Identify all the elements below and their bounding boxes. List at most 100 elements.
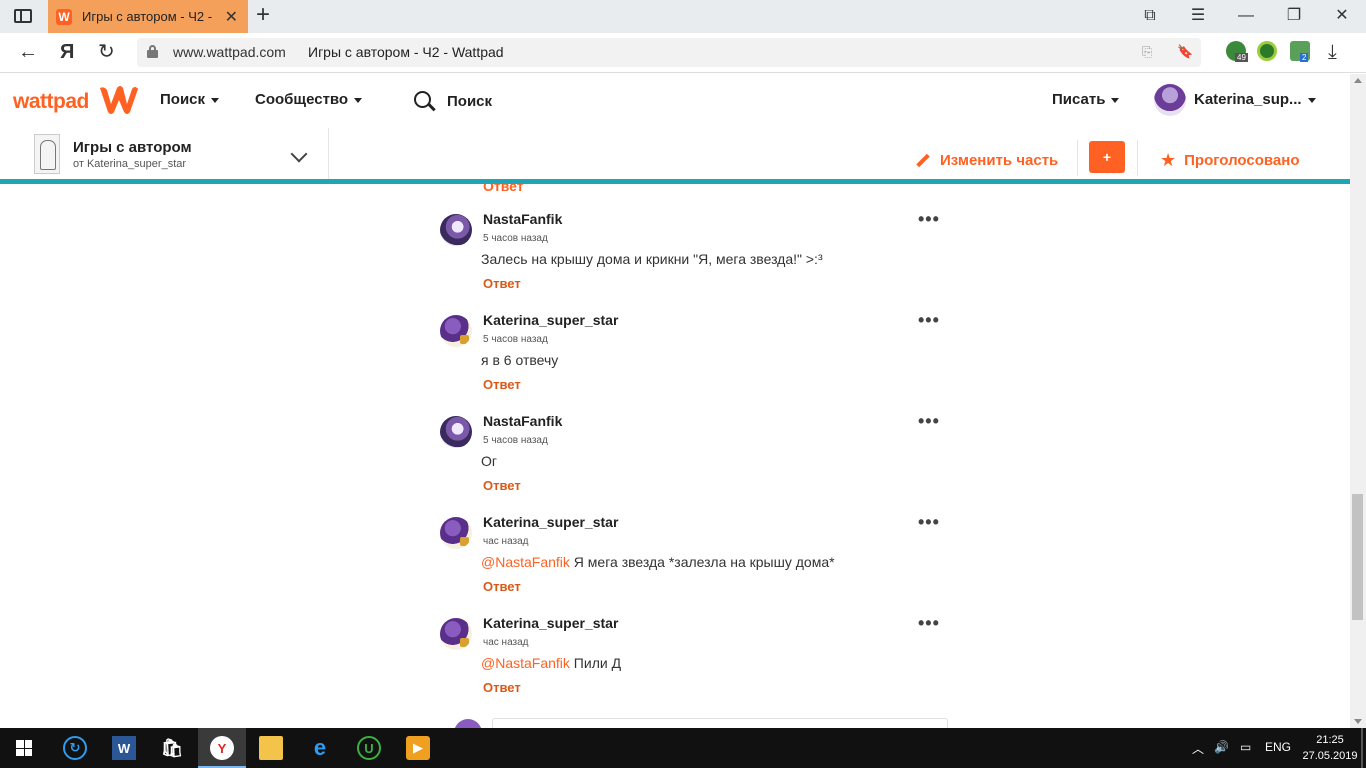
nav-search-label: Поиск — [160, 91, 206, 108]
page-scrollbar[interactable] — [1350, 74, 1366, 728]
refresh-app-icon[interactable]: ↻ — [63, 736, 87, 760]
caret-down-icon — [211, 97, 220, 103]
comment-item: Katerina_super_star час назад @NastaFanf… — [440, 512, 940, 614]
comment-username[interactable]: Katerina_super_star — [483, 514, 618, 530]
comment-body: Я мега звезда *залезла на крышу дома* — [569, 554, 835, 570]
comment-timestamp: 5 часов назад — [483, 334, 548, 345]
scroll-down-icon[interactable] — [1354, 719, 1362, 724]
extension-badge-2: 2 — [1300, 53, 1309, 62]
mention-link[interactable]: @NastaFanfik — [481, 655, 570, 671]
windows-taskbar: ↻ W 🛍 Y e U ▶ ︿ 🔊 ▭ ENG 21:25 27.05.2019 — [0, 728, 1366, 768]
restore-icon[interactable]: ❐ — [1284, 6, 1304, 26]
avatar[interactable] — [440, 517, 472, 549]
scroll-up-icon[interactable] — [1354, 78, 1362, 83]
back-arrow-icon[interactable]: ← — [18, 41, 38, 63]
comment-text: Ог — [481, 453, 497, 469]
search-input[interactable]: Поиск — [447, 93, 492, 110]
sidebar-toggle-icon[interactable] — [14, 9, 32, 23]
window-close-icon[interactable]: ✕ — [1332, 6, 1352, 26]
yandex-browser-icon[interactable]: Y — [210, 736, 234, 760]
new-comment-input[interactable] — [492, 718, 948, 728]
scrollbar-thumb[interactable] — [1352, 494, 1363, 620]
clock[interactable]: 21:25 27.05.2019 — [1300, 732, 1360, 764]
edit-part-button[interactable]: Изменить часть — [916, 152, 1058, 169]
store-icon[interactable]: 🛍 — [160, 736, 184, 760]
utorrent-icon[interactable]: U — [357, 736, 381, 760]
translate-icon[interactable]: ⎘ — [1142, 44, 1152, 60]
language-indicator[interactable]: ENG — [1265, 740, 1291, 754]
more-options-icon[interactable]: ••• — [918, 209, 940, 230]
yandex-icon[interactable]: Я — [60, 41, 74, 63]
add-to-list-button[interactable]: + — [1089, 141, 1125, 173]
browser-tab-active[interactable]: W Игры с автором - Ч2 - ✕ — [48, 0, 248, 33]
story-author[interactable]: от Katerina_super_star — [73, 158, 186, 170]
comment-text: @NastaFanfik Пили Д — [481, 655, 621, 671]
pencil-icon — [916, 154, 930, 168]
search-icon[interactable] — [414, 91, 431, 108]
media-player-icon[interactable]: ▶ — [406, 736, 430, 760]
chevron-up-icon[interactable]: ︿ — [1192, 740, 1204, 757]
write-label: Писать — [1052, 91, 1106, 108]
nav-community-dropdown[interactable]: Сообщество — [255, 91, 363, 108]
comment-body: я в 6 отвечу — [481, 352, 559, 368]
url-input[interactable]: www.wattpad.com Игры с автором - Ч2 - Wa… — [137, 38, 1201, 67]
reply-link[interactable]: Ответ — [483, 579, 521, 594]
tab-close-icon[interactable]: ✕ — [225, 7, 238, 27]
chevron-down-icon[interactable] — [290, 145, 308, 163]
comment-body: Залесь на крышу дома и крикни "Я, мега з… — [481, 251, 823, 267]
comment-username[interactable]: Katerina_super_star — [483, 312, 618, 328]
lock-icon[interactable] — [147, 45, 158, 58]
minimize-icon[interactable]: — — [1236, 6, 1256, 26]
write-dropdown[interactable]: Писать — [1052, 91, 1120, 108]
file-explorer-icon[interactable] — [259, 736, 283, 760]
mention-link[interactable]: @NastaFanfik — [481, 554, 570, 570]
comment-item: NastaFanfik 5 часов назад Ог Ответ ••• — [440, 411, 940, 513]
avatar[interactable] — [440, 618, 472, 650]
avatar — [454, 719, 482, 728]
comment-body: Пили Д — [569, 655, 622, 671]
menu-icon[interactable]: ☰ — [1188, 6, 1208, 26]
volume-icon[interactable]: 🔊 — [1214, 740, 1229, 754]
extension-search-icon[interactable] — [1257, 41, 1277, 61]
reload-icon[interactable]: ↻ — [98, 41, 115, 63]
user-avatar[interactable] — [1154, 84, 1186, 116]
comment-username[interactable]: Katerina_super_star — [483, 615, 618, 631]
avatar[interactable] — [440, 416, 472, 448]
reply-link[interactable]: Ответ — [483, 184, 524, 194]
comment-text: я в 6 отвечу — [481, 352, 558, 368]
edge-icon[interactable]: e — [308, 735, 332, 760]
story-title[interactable]: Игры с автором — [73, 139, 192, 156]
comments-list: Ответ NastaFanfik 5 часов назад Залесь н… — [0, 184, 1350, 728]
comment-username[interactable]: NastaFanfik — [483, 211, 562, 227]
bookmarks-panel-icon[interactable]: ⧉ — [1140, 6, 1160, 26]
word-icon[interactable]: W — [112, 736, 136, 760]
avatar[interactable] — [440, 214, 472, 246]
user-menu-dropdown[interactable]: Katerina_sup... — [1194, 91, 1316, 108]
comment-username[interactable]: NastaFanfik — [483, 413, 562, 429]
more-options-icon[interactable]: ••• — [918, 411, 940, 432]
vote-button[interactable]: ★ Проголосовано — [1160, 150, 1299, 171]
reply-link[interactable]: Ответ — [483, 680, 521, 695]
more-options-icon[interactable]: ••• — [918, 310, 940, 331]
url-domain: www.wattpad.com — [173, 44, 286, 60]
more-options-icon[interactable]: ••• — [918, 613, 940, 634]
more-options-icon[interactable]: ••• — [918, 512, 940, 533]
comment-timestamp: 5 часов назад — [483, 233, 548, 244]
battery-icon[interactable]: ▭ — [1240, 740, 1251, 754]
windows-start-icon[interactable] — [16, 740, 32, 756]
avatar[interactable] — [440, 315, 472, 347]
reply-link[interactable]: Ответ — [483, 377, 521, 392]
reply-link[interactable]: Ответ — [483, 478, 521, 493]
extension-badge: 49 — [1235, 53, 1248, 62]
wattpad-w-logo-icon[interactable] — [98, 84, 140, 116]
bookmark-icon[interactable]: 🔖 — [1177, 44, 1193, 60]
nav-search-dropdown[interactable]: Поиск — [160, 91, 220, 108]
new-tab-icon[interactable]: + — [256, 3, 270, 27]
story-cover-image[interactable] — [34, 134, 60, 174]
nav-community-label: Сообщество — [255, 91, 349, 108]
show-desktop-button[interactable] — [1361, 728, 1363, 768]
comment-item: Katerina_super_star час назад @NastaFanf… — [440, 613, 940, 715]
wattpad-logo[interactable]: wattpad — [13, 90, 89, 114]
download-icon[interactable]: ⤓ — [1328, 41, 1337, 63]
reply-link[interactable]: Ответ — [483, 276, 521, 291]
